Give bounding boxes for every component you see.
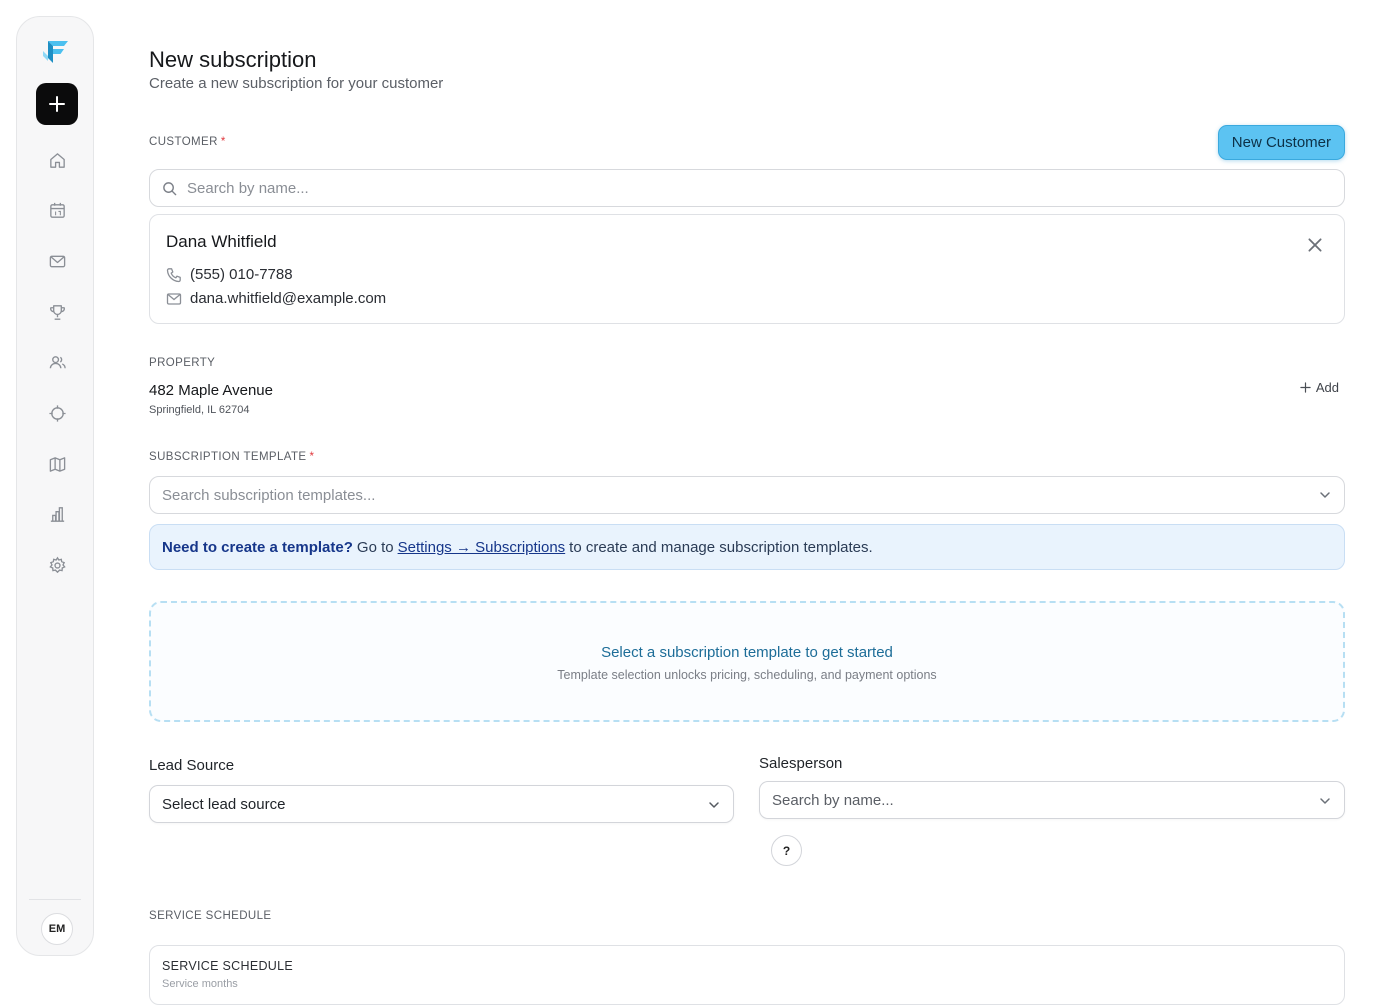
customer-phone: (555) 010-7788 bbox=[190, 266, 293, 283]
customer-email: dana.whitfield@example.com bbox=[190, 290, 387, 307]
property-city: Springfield, IL 62704 bbox=[149, 404, 250, 416]
nav-home[interactable] bbox=[44, 147, 70, 173]
create-new-button[interactable] bbox=[36, 83, 78, 125]
chevron-down-icon bbox=[1320, 798, 1330, 804]
template-search-field[interactable] bbox=[149, 476, 1345, 514]
add-property-button[interactable]: Add bbox=[1300, 380, 1339, 395]
home-icon bbox=[49, 152, 65, 168]
template-empty-state: Select a subscription template to get st… bbox=[149, 601, 1345, 722]
trophy-icon bbox=[49, 304, 65, 320]
users-icon bbox=[49, 355, 66, 368]
nav-calendar[interactable] bbox=[44, 197, 70, 223]
mail-icon bbox=[166, 292, 182, 305]
page-subtitle: Create a new subscription for your custo… bbox=[149, 75, 444, 92]
selected-customer-card: Dana Whitfield (555) 010-7788 dana.whitf… bbox=[149, 214, 1345, 324]
brand-logo[interactable] bbox=[42, 37, 72, 67]
lead-source-select[interactable]: Select lead source bbox=[149, 785, 734, 823]
chevron-down-icon bbox=[709, 802, 719, 808]
salesperson-label: Salesperson bbox=[759, 755, 843, 772]
nav-messages[interactable] bbox=[44, 248, 70, 274]
plus-icon bbox=[1300, 382, 1311, 393]
search-icon bbox=[163, 181, 177, 195]
map-icon bbox=[49, 456, 65, 472]
chevron-down-icon bbox=[1320, 492, 1330, 498]
crosshair-icon bbox=[48, 404, 66, 422]
empty-state-subtitle: Template selection unlocks pricing, sche… bbox=[557, 668, 937, 682]
close-icon[interactable] bbox=[1306, 236, 1324, 254]
nav-routes[interactable] bbox=[44, 400, 70, 426]
nav-reports[interactable] bbox=[44, 501, 70, 527]
plus-icon bbox=[49, 96, 65, 112]
template-info-banner: Need to create a template? Go to Setting… bbox=[149, 524, 1345, 570]
nav-achievements[interactable] bbox=[44, 299, 70, 325]
customer-search-input[interactable] bbox=[187, 179, 1344, 197]
lead-source-label: Lead Source bbox=[149, 757, 235, 774]
service-schedule-label: SERVICE SCHEDULE bbox=[149, 910, 272, 922]
customer-search-field[interactable] bbox=[149, 169, 1345, 207]
banner-go-to: Go to bbox=[356, 538, 394, 556]
banner-rest: to create and manage subscription templa… bbox=[569, 538, 873, 556]
customer-name: Dana Whitfield bbox=[166, 232, 277, 251]
phone-icon bbox=[166, 267, 181, 282]
mail-icon bbox=[49, 255, 65, 267]
service-schedule-card-subtitle: Service months bbox=[162, 978, 238, 990]
customer-label: CUSTOMER * bbox=[149, 136, 226, 148]
sidebar: EM bbox=[16, 16, 94, 956]
gear-icon bbox=[48, 556, 66, 573]
customer-phone-row: (555) 010-7788 bbox=[166, 266, 293, 283]
nav-customers[interactable] bbox=[44, 349, 70, 375]
sidebar-divider bbox=[29, 899, 81, 900]
required-mark: * bbox=[220, 136, 226, 148]
avatar[interactable]: EM bbox=[41, 913, 73, 945]
nav-map[interactable] bbox=[44, 451, 70, 477]
salesperson-select[interactable]: Search by name... bbox=[759, 781, 1345, 819]
template-search-input[interactable] bbox=[162, 486, 1318, 504]
new-customer-button[interactable]: New Customer bbox=[1217, 125, 1345, 160]
nav-settings[interactable] bbox=[44, 552, 70, 578]
required-mark: * bbox=[309, 451, 315, 463]
service-schedule-card: SERVICE SCHEDULE Service months bbox=[149, 945, 1345, 1005]
calendar-icon bbox=[49, 202, 65, 218]
property-address: 482 Maple Avenue bbox=[149, 382, 273, 399]
banner-heading: Need to create a template? bbox=[162, 538, 353, 556]
salesperson-placeholder: Search by name... bbox=[772, 791, 894, 809]
help-button[interactable]: ? bbox=[771, 835, 802, 866]
main-content: New subscription Create a new subscripti… bbox=[149, 0, 1345, 1005]
subscription-template-label: SUBSCRIPTION TEMPLATE * bbox=[149, 451, 315, 463]
bar-chart-icon bbox=[50, 506, 64, 522]
settings-subscriptions-link[interactable]: Settings → Subscriptions bbox=[398, 539, 566, 556]
property-label: PROPERTY bbox=[149, 357, 216, 369]
customer-email-row: dana.whitfield@example.com bbox=[166, 290, 386, 307]
empty-state-title: Select a subscription template to get st… bbox=[601, 644, 893, 661]
page-title: New subscription bbox=[149, 47, 317, 72]
service-schedule-card-title: SERVICE SCHEDULE bbox=[162, 959, 293, 973]
lead-source-value: Select lead source bbox=[162, 795, 286, 813]
